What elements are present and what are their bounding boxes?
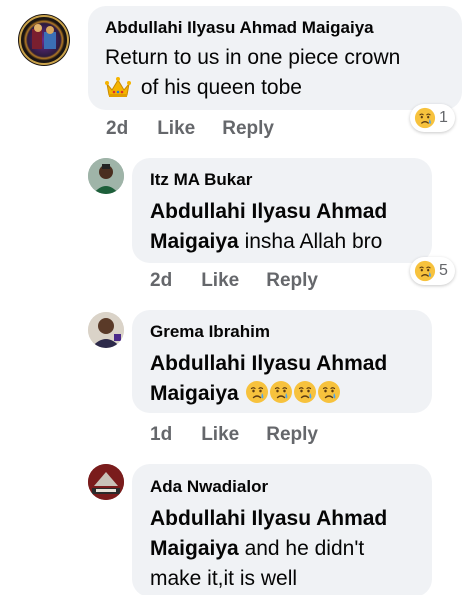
comment-author[interactable]: Grema Ibrahim	[150, 321, 432, 343]
comment-text: Abdullahi Ilyasu Ahmad Maigaiya insha Al…	[150, 197, 432, 257]
comment-actions: 2d Like Reply	[150, 270, 318, 292]
avatar[interactable]	[18, 14, 70, 66]
comment-text: Abdullahi Ilyasu Ahmad Maigaiya and he d…	[150, 504, 432, 594]
crying-face-emoji	[317, 380, 341, 404]
sad-face-emoji	[414, 107, 436, 129]
comment-2: Itz MA Bukar Abdullahi Ilyasu Ahmad Maig…	[0, 150, 476, 300]
comment-1: Abdullahi Ilyasu Ahmad Maigaiya Return t…	[0, 0, 476, 150]
crying-face-emoji	[245, 380, 269, 404]
comment-text-line: make it,it is well	[150, 567, 298, 590]
comment-bubble: Abdullahi Ilyasu Ahmad Maigaiya Return t…	[88, 6, 462, 110]
mention-link[interactable]: Maigaiya	[150, 382, 239, 405]
like-button[interactable]: Like	[157, 118, 195, 140]
reply-button[interactable]: Reply	[266, 270, 318, 292]
like-button[interactable]: Like	[201, 424, 239, 446]
comment-text-line: and he didn't	[244, 537, 365, 560]
comment-bubble: Grema Ibrahim Abdullahi Ilyasu Ahmad Mai…	[132, 310, 432, 413]
like-button[interactable]: Like	[201, 270, 239, 292]
comment-text-line: of his queen tobe	[140, 76, 302, 99]
reply-button[interactable]: Reply	[266, 424, 318, 446]
comment-text-line: Return to us in one piece crown	[105, 46, 401, 69]
avatar[interactable]	[88, 464, 124, 500]
crown-emoji	[105, 76, 131, 107]
mention-link[interactable]: Abdullahi Ilyasu Ahmad	[150, 352, 387, 375]
mention-link[interactable]: Maigaiya	[150, 230, 239, 253]
reaction-summary[interactable]: 1	[410, 104, 455, 132]
comment-author[interactable]: Ada Nwadialor	[150, 476, 432, 498]
crying-face-emoji	[293, 380, 317, 404]
reaction-summary[interactable]: 5	[410, 257, 455, 285]
reaction-count: 1	[439, 109, 448, 126]
comment-time[interactable]: 2d	[106, 118, 128, 140]
comment-author[interactable]: Itz MA Bukar	[150, 169, 432, 191]
mention-link[interactable]: Maigaiya	[150, 537, 239, 560]
comment-actions: 1d Like Reply	[150, 424, 318, 446]
comment-text: Return to us in one piece crown of his q…	[105, 43, 462, 107]
mention-link[interactable]: Abdullahi Ilyasu Ahmad	[150, 507, 387, 530]
comment-text-line: insha Allah bro	[244, 230, 383, 253]
comment-author[interactable]: Abdullahi Ilyasu Ahmad Maigaiya	[105, 17, 462, 39]
comment-text: Abdullahi Ilyasu Ahmad Maigaiya	[150, 349, 432, 409]
reaction-count: 5	[439, 262, 448, 279]
crying-face-emoji	[269, 380, 293, 404]
comment-4: Ada Nwadialor Abdullahi Ilyasu Ahmad Mai…	[0, 460, 476, 595]
avatar[interactable]	[88, 312, 124, 348]
avatar[interactable]	[88, 158, 124, 194]
comment-3: Grema Ibrahim Abdullahi Ilyasu Ahmad Mai…	[0, 306, 476, 456]
comment-bubble: Itz MA Bukar Abdullahi Ilyasu Ahmad Maig…	[132, 158, 432, 263]
comment-time[interactable]: 2d	[150, 270, 172, 292]
sad-face-emoji	[414, 260, 436, 282]
comment-actions: 2d Like Reply	[106, 118, 274, 140]
reply-button[interactable]: Reply	[222, 118, 274, 140]
mention-link[interactable]: Abdullahi Ilyasu Ahmad	[150, 200, 387, 223]
comment-bubble: Ada Nwadialor Abdullahi Ilyasu Ahmad Mai…	[132, 464, 432, 595]
comment-time[interactable]: 1d	[150, 424, 172, 446]
